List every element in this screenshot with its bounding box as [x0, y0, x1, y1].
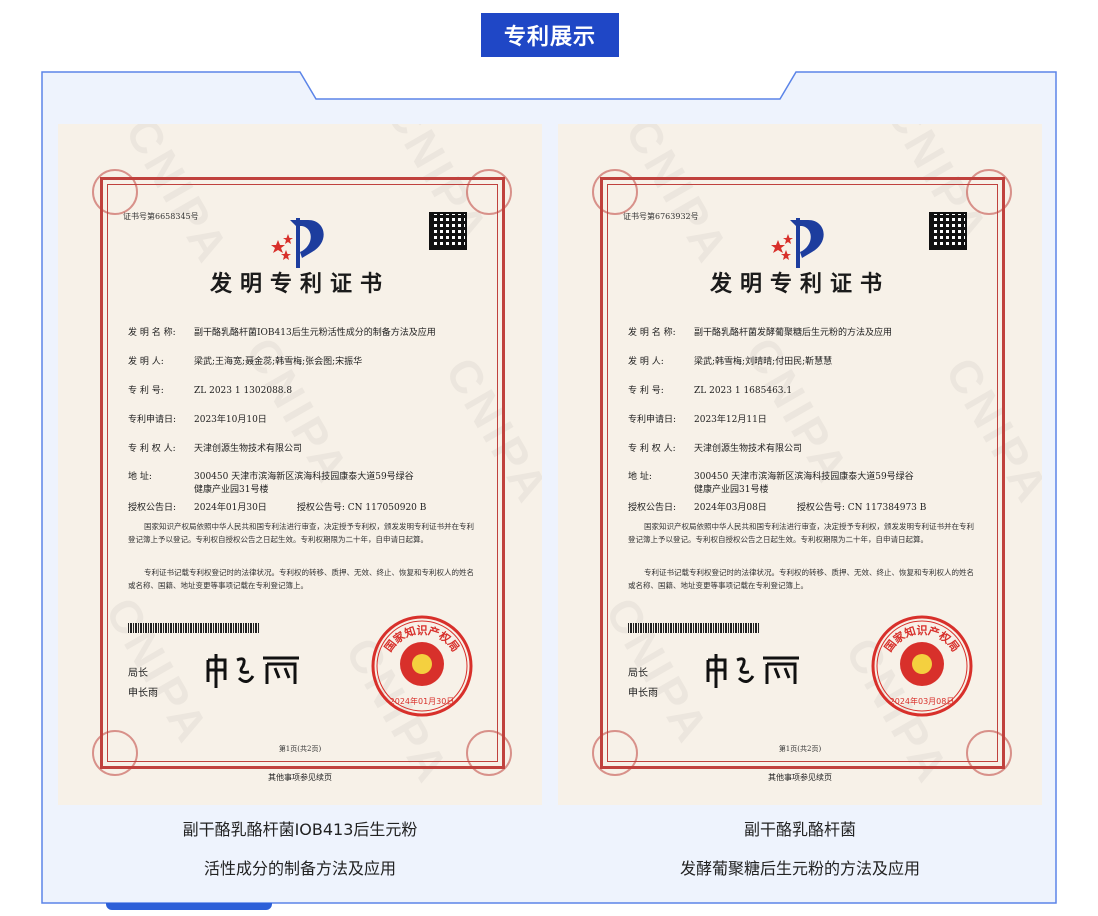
certificate-caption-1: 副干酪乳酪杆菌IOB413后生元粉 活性成分的制备方法及应用: [58, 810, 542, 888]
footer-note: 其他事项参见续页: [768, 773, 832, 782]
patent-number: ZL 2023 1 1302088.8: [194, 386, 293, 396]
cnipa-logo-icon: [771, 218, 824, 268]
qr-code-icon: [429, 212, 467, 250]
invention-name-row: 发 明 名 称: 副干酪乳酪杆菌发酵葡聚糖后生元粉的方法及应用: [628, 325, 892, 338]
certificate-paragraph-1: 国家知识产权局依照中华人民共和国专利法进行审查，决定授予专利权，颁发发明专利证书…: [628, 522, 974, 544]
patent-number-label: 专 利 号:: [628, 386, 664, 396]
ornament-icon: [92, 169, 138, 215]
grant-row: 授权公告日: 2024年03月08日 授权公告号: CN 117384973 B: [628, 500, 926, 513]
inventors-label: 发 明 人:: [128, 357, 164, 367]
page-number: 第1页(共2页): [278, 745, 322, 753]
filing-date-label: 专利申请日:: [128, 415, 177, 425]
patent-number-label: 专 利 号:: [128, 386, 164, 396]
filing-date-row: 专利申请日: 2023年12月11日: [628, 412, 767, 425]
frame-accent-bar: [106, 903, 272, 910]
address-line-2: 健康产业园31号楼: [194, 485, 269, 495]
owner-row: 专 利 权 人: 天津创源生物技术有限公司: [128, 441, 302, 454]
director-block: 局长 申长雨: [128, 664, 158, 704]
inventors: 梁武;王海宽;聂金蕊;韩雪梅;张会图;宋振华: [194, 357, 363, 367]
signature-icon: [706, 654, 799, 688]
patent-certificate-2[interactable]: CNIPA CNIPA CNIPA CNIPA CNIPA CNIPA 证书号第…: [558, 124, 1042, 805]
grant-date: 2024年01月30日: [194, 503, 267, 513]
inventors-row: 发 明 人: 梁武;韩雪梅;刘晴晴;付田民;靳慧慧: [628, 354, 832, 367]
director-name: 申长雨: [628, 688, 658, 699]
caption-line-1: 副干酪乳酪杆菌: [743, 820, 856, 839]
invention-name-row: 发 明 名 称: 副干酪乳酪杆菌IOB413后生元粉活性成分的制备方法及应用: [128, 325, 436, 338]
filing-date-label: 专利申请日:: [628, 415, 677, 425]
invention-name-label: 发 明 名 称:: [628, 328, 676, 338]
address-line-1: 300450 天津市滨海新区滨海科技园康泰大道59号绿谷: [694, 472, 914, 482]
address-line-1: 300450 天津市滨海新区滨海科技园康泰大道59号绿谷: [194, 472, 414, 482]
certificate-paragraph-2: 专利证书记载专利权登记时的法律状况。专利权的转移、质押、无效、终止、恢复和专利权…: [128, 568, 474, 590]
barcode-icon: [128, 623, 260, 633]
filing-date: 2023年12月11日: [694, 415, 767, 425]
inventors: 梁武;韩雪梅;刘晴晴;付田民;靳慧慧: [694, 357, 833, 367]
grant-number-label: 授权公告号:: [296, 503, 345, 513]
certificate-serial: 证书号第6658345号: [123, 212, 199, 221]
inventors-row: 发 明 人: 梁武;王海宽;聂金蕊;韩雪梅;张会图;宋振华: [128, 354, 362, 367]
grant-date-label: 授权公告日:: [628, 503, 677, 513]
barcode-icon: [628, 623, 760, 633]
address-label: 地 址:: [128, 472, 152, 482]
address-row: 地 址: 300450 天津市滨海新区滨海科技园康泰大道59号绿谷 健康产业园31…: [628, 469, 914, 495]
patent-number-row: 专 利 号: ZL 2023 1 1302088.8: [128, 383, 292, 396]
ornament-icon: [466, 169, 512, 215]
patent-number-row: 专 利 号: ZL 2023 1 1685463.1: [628, 383, 792, 396]
certificate-serial: 证书号第6763932号: [623, 212, 699, 221]
certificate-paragraph-1: 国家知识产权局依照中华人民共和国专利法进行审查，决定授予专利权，颁发发明专利证书…: [128, 522, 474, 544]
seal-date: 2024年01月30日: [390, 696, 455, 706]
director-block: 局长 申长雨: [628, 664, 658, 704]
official-seal-icon: 国家知识产权局 2024年03月08日: [871, 615, 973, 717]
owner: 天津创源生物技术有限公司: [694, 444, 803, 454]
grant-number: CN 117050920 B: [347, 503, 427, 513]
address-line-2: 健康产业园31号楼: [694, 485, 769, 495]
patent-certificate-1[interactable]: CNIPA CNIPA CNIPA CNIPA CNIPA CNIPA 证书号第…: [58, 124, 542, 805]
director-name: 申长雨: [128, 688, 158, 699]
caption-line-1: 副干酪乳酪杆菌IOB413后生元粉: [182, 820, 418, 839]
caption-line-2: 活性成分的制备方法及应用: [203, 859, 396, 878]
ornament-icon: [592, 169, 638, 215]
certificate-title: 发明专利证书: [709, 271, 890, 297]
certificate-title: 发明专利证书: [209, 271, 390, 297]
grant-number: CN 117384973 B: [847, 503, 927, 513]
patent-number: ZL 2023 1 1685463.1: [694, 386, 793, 396]
qr-code-icon: [929, 212, 967, 250]
official-seal-icon: 国家知识产权局 2024年01月30日: [371, 615, 473, 717]
grant-date-label: 授权公告日:: [128, 503, 177, 513]
owner: 天津创源生物技术有限公司: [194, 444, 303, 454]
director-title: 局长: [628, 668, 648, 679]
footer-note: 其他事项参见续页: [268, 773, 332, 782]
invention-name-label: 发 明 名 称:: [128, 328, 176, 338]
seal-date: 2024年03月08日: [890, 696, 955, 706]
ornament-icon: [966, 169, 1012, 215]
signature-icon: [206, 654, 299, 688]
grant-date: 2024年03月08日: [694, 503, 767, 513]
owner-row: 专 利 权 人: 天津创源生物技术有限公司: [628, 441, 802, 454]
invention-name: 副干酪乳酪杆菌IOB413后生元粉活性成分的制备方法及应用: [194, 328, 436, 338]
owner-label: 专 利 权 人:: [128, 444, 176, 454]
owner-label: 专 利 权 人:: [628, 444, 676, 454]
invention-name: 副干酪乳酪杆菌发酵葡聚糖后生元粉的方法及应用: [694, 328, 893, 338]
grant-number-label: 授权公告号:: [796, 503, 845, 513]
address-label: 地 址:: [628, 472, 652, 482]
certificate-caption-2: 副干酪乳酪杆菌 发酵葡聚糖后生元粉的方法及应用: [558, 810, 1042, 888]
director-title: 局长: [128, 668, 148, 679]
cnipa-logo-icon: [271, 218, 324, 268]
address-row: 地 址: 300450 天津市滨海新区滨海科技园康泰大道59号绿谷 健康产业园31…: [128, 469, 414, 495]
filing-date-row: 专利申请日: 2023年10月10日: [128, 412, 267, 425]
caption-line-2: 发酵葡聚糖后生元粉的方法及应用: [679, 859, 920, 878]
certificate-paragraph-2: 专利证书记载专利权登记时的法律状况。专利权的转移、质押、无效、终止、恢复和专利权…: [628, 568, 974, 590]
page-number: 第1页(共2页): [778, 745, 822, 753]
filing-date: 2023年10月10日: [194, 415, 267, 425]
grant-row: 授权公告日: 2024年01月30日 授权公告号: CN 117050920 B: [128, 500, 426, 513]
inventors-label: 发 明 人:: [628, 357, 664, 367]
